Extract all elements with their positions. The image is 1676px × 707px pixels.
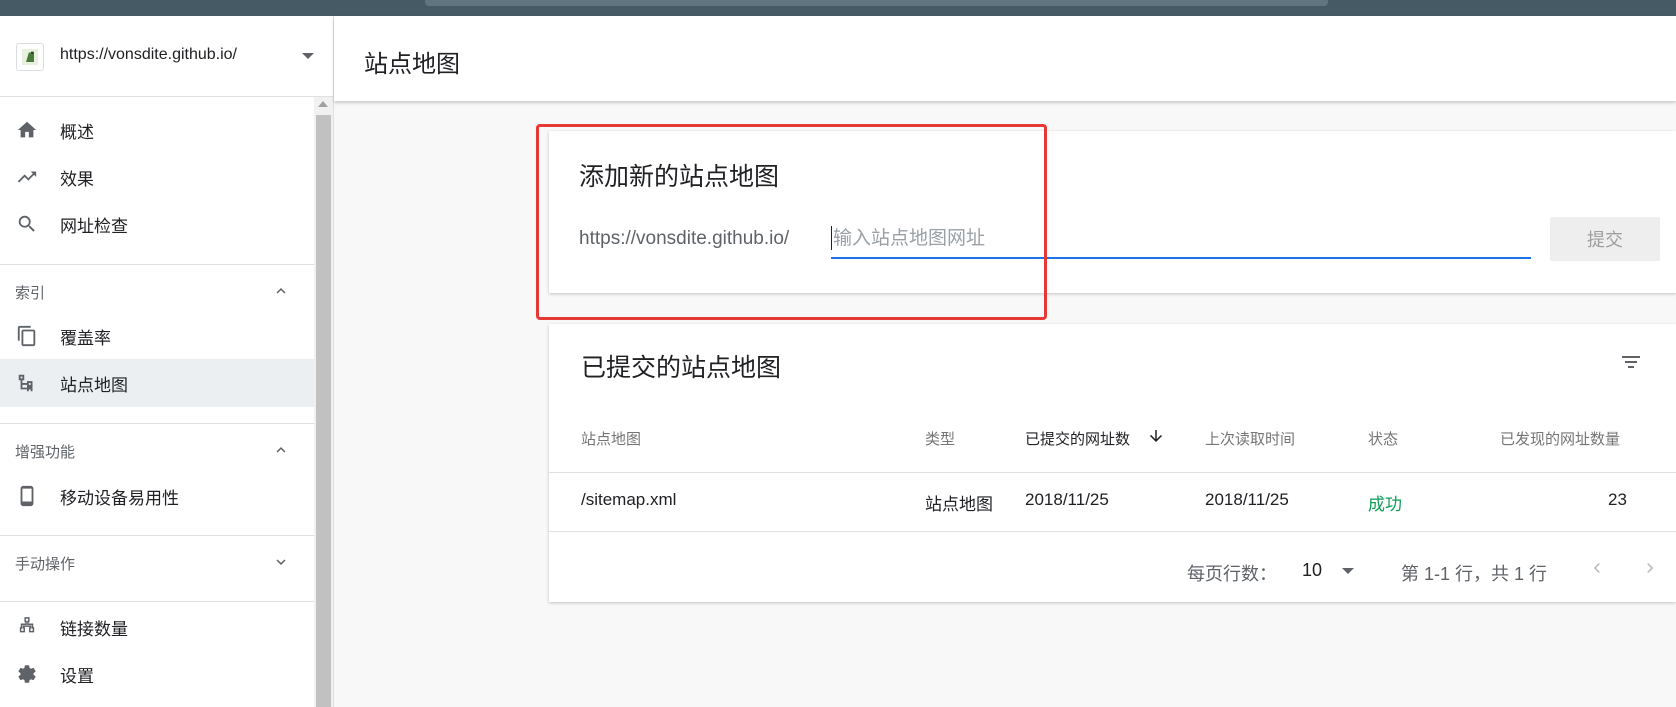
dropdown-arrow-icon (1342, 568, 1354, 574)
smartphone-icon (20, 485, 34, 507)
links-icon (19, 617, 35, 633)
sidebar-item-label: 概述 (60, 122, 94, 142)
sidebar-scrollbar[interactable] (314, 97, 333, 707)
cell-discovered: 23 (1608, 490, 1627, 509)
property-url: https://vonsdite.github.io/ (60, 46, 237, 63)
top-search-strip[interactable] (425, 0, 1328, 6)
site-favicon-icon (16, 43, 44, 71)
page-header: 站点地图 (334, 16, 1676, 101)
sidebar: https://vonsdite.github.io/ 概述 效果 网址检查 索… (0, 16, 334, 707)
table-divider (549, 472, 1676, 473)
browser-topbar (0, 0, 1676, 16)
pagination-range: 第 1-1 行，共 1 行 (1401, 564, 1548, 584)
sidebar-item-label: 链接数量 (60, 619, 128, 639)
page-title: 站点地图 (364, 51, 460, 78)
submitted-sitemaps-card: 已提交的站点地图 站点地图 类型 已提交的网址数 上次读取时间 状态 已发现的网… (549, 324, 1676, 602)
sidebar-item-overview[interactable]: 概述 (0, 106, 314, 154)
cell-sitemap[interactable]: /sitemap.xml (581, 490, 676, 510)
property-selector[interactable]: https://vonsdite.github.io/ (0, 16, 333, 97)
sidebar-item-settings[interactable]: 设置 (0, 650, 314, 698)
chevron-right-icon[interactable] (1640, 556, 1660, 580)
column-header-status[interactable]: 状态 (1368, 428, 1398, 449)
section-manual-actions[interactable]: 手动操作 (0, 539, 314, 585)
sidebar-divider (0, 423, 314, 424)
rows-per-page-value: 10 (1302, 560, 1323, 580)
section-label: 增强功能 (15, 444, 76, 461)
section-label: 手动操作 (15, 556, 76, 573)
sidebar-item-performance[interactable]: 效果 (0, 153, 314, 201)
column-header-submitted-urls[interactable]: 已提交的网址数 (1025, 428, 1162, 449)
scrollbar-thumb[interactable] (316, 115, 331, 707)
sidebar-divider (0, 264, 314, 265)
submit-button[interactable]: 提交 (1550, 217, 1660, 261)
search-icon (18, 215, 35, 232)
sidebar-item-label: 站点地图 (60, 375, 128, 395)
section-index[interactable]: 索引 (0, 268, 314, 314)
dropdown-arrow-icon[interactable] (302, 53, 314, 59)
sidebar-divider (0, 601, 314, 602)
copy-icon (17, 325, 36, 347)
rows-per-page-select[interactable]: 10 (1302, 560, 1354, 581)
chevron-up-icon (276, 288, 286, 294)
sidebar-item-label: 覆盖率 (60, 328, 111, 348)
sidebar-item-links[interactable]: 链接数量 (0, 603, 314, 651)
rows-per-page-label: 每页行数： (1187, 564, 1277, 584)
column-header-last-read[interactable]: 上次读取时间 (1205, 428, 1295, 449)
home-icon (17, 121, 37, 138)
column-header-sitemap[interactable]: 站点地图 (581, 428, 641, 449)
scroll-up-arrow-icon[interactable] (318, 101, 328, 107)
cell-last-read: 2018/11/25 (1205, 490, 1289, 509)
section-enhancements[interactable]: 增强功能 (0, 427, 314, 473)
sidebar-item-label: 网址检查 (60, 216, 128, 236)
submitted-sitemaps-title: 已提交的站点地图 (581, 354, 782, 382)
column-header-label: 已提交的网址数 (1025, 431, 1131, 448)
chevron-up-icon (276, 447, 286, 453)
arrow-down-icon (1150, 430, 1162, 442)
trending-up-icon (17, 171, 37, 183)
sidebar-item-url-inspection[interactable]: 网址检查 (0, 200, 314, 248)
sidebar-item-coverage[interactable]: 覆盖率 (0, 312, 314, 360)
column-header-type[interactable]: 类型 (925, 428, 955, 449)
sidebar-item-label: 移动设备易用性 (60, 488, 179, 508)
highlight-annotation-box (536, 124, 1047, 320)
table-divider (549, 531, 1676, 532)
section-label: 索引 (15, 285, 46, 302)
sidebar-item-sitemaps[interactable]: 站点地图 (0, 359, 314, 407)
sidebar-item-label: 设置 (60, 666, 94, 686)
cell-status: 成功 (1368, 495, 1402, 514)
column-header-discovered-urls[interactable]: 已发现的网址数量 (1500, 428, 1620, 449)
gear-icon (18, 665, 36, 683)
sidebar-item-mobile-usability[interactable]: 移动设备易用性 (0, 472, 314, 520)
chevron-down-icon (276, 559, 286, 565)
cell-type: 站点地图 (925, 495, 993, 514)
filter-icon[interactable] (1618, 350, 1644, 374)
sidebar-item-label: 效果 (60, 169, 94, 189)
cell-submitted: 2018/11/25 (1025, 490, 1109, 509)
sitemap-icon (18, 374, 33, 392)
chevron-left-icon[interactable] (1587, 556, 1607, 580)
sidebar-divider (0, 535, 314, 536)
